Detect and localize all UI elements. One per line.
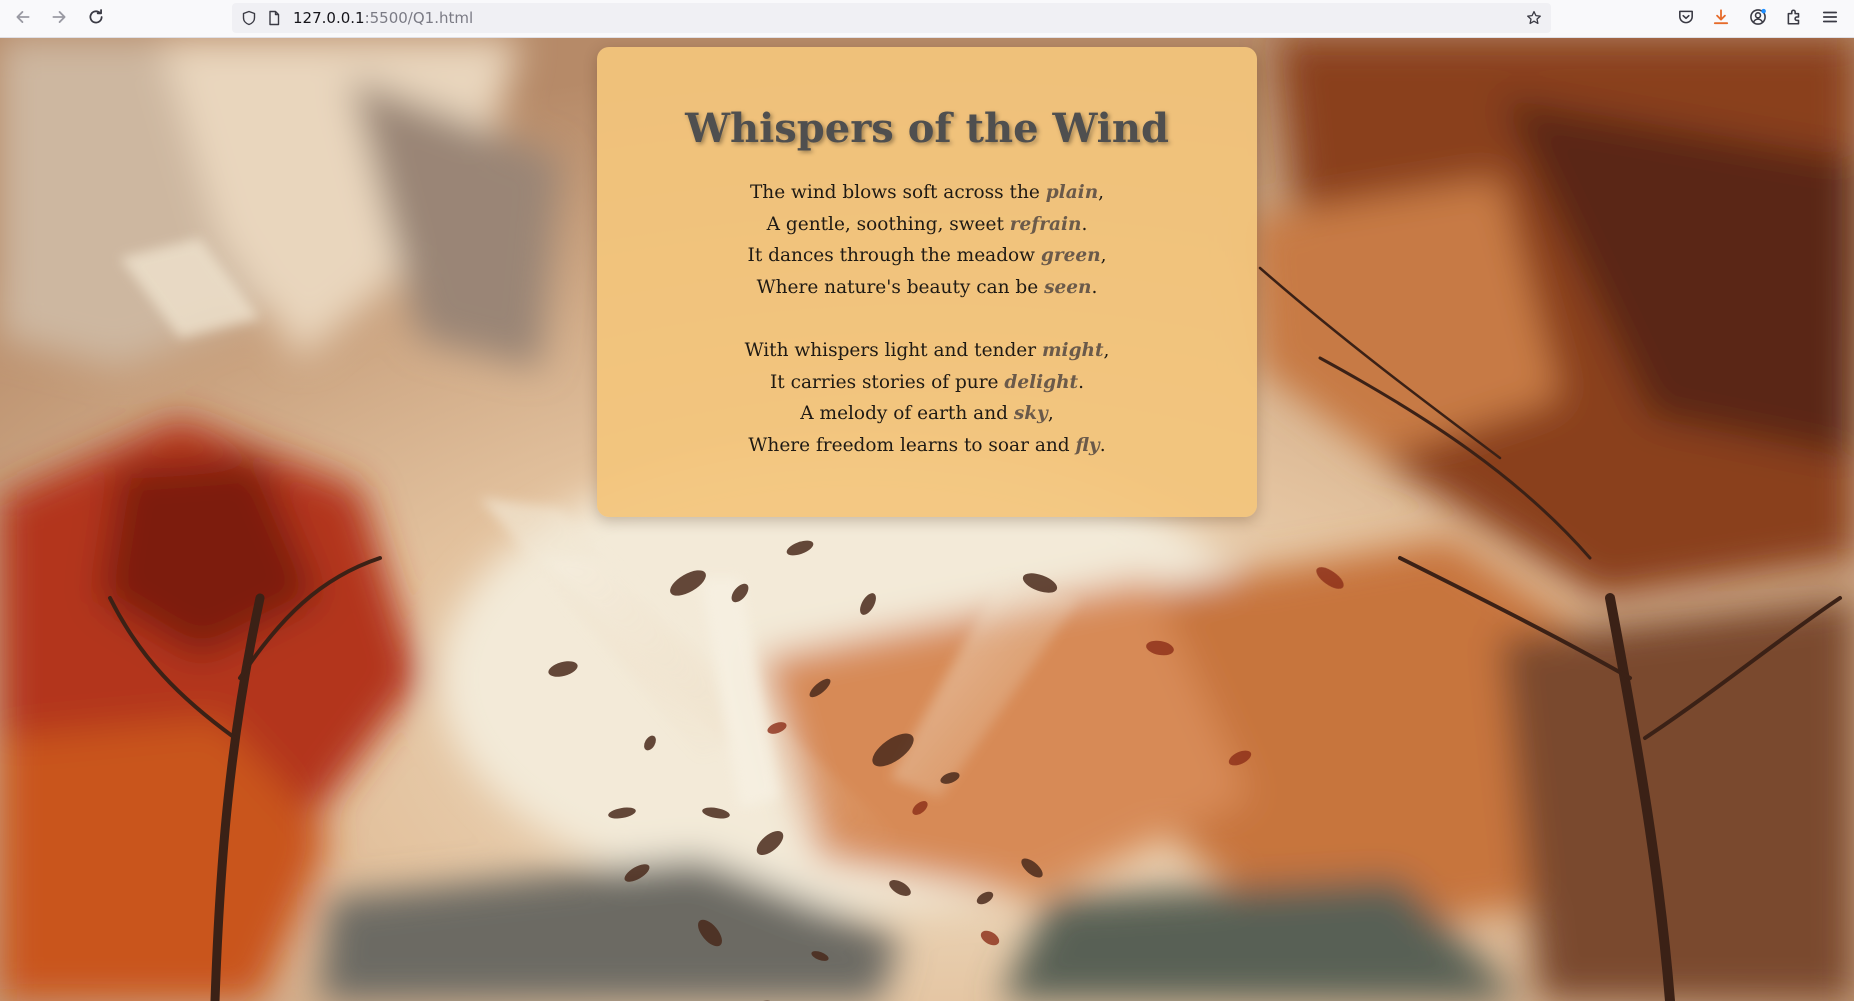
puzzle-icon [1785, 8, 1803, 30]
poem-line: Where freedom learns to soar and fly. [597, 430, 1257, 462]
line-punctuation: . [1091, 277, 1098, 299]
rhyme-word: delight [1004, 371, 1079, 393]
download-icon [1712, 8, 1730, 30]
arrow-right-icon [50, 8, 68, 30]
rhyme-word: green [1040, 245, 1101, 267]
poem-card: Whispers of the Wind The wind blows soft… [597, 47, 1257, 517]
rhyme-word: plain [1045, 182, 1099, 203]
rhyme-word: seen [1044, 277, 1092, 299]
url-host: 127.0.0.1 [293, 9, 365, 27]
rhyme-word: sky [1013, 403, 1048, 425]
extensions-button[interactable] [1780, 5, 1808, 33]
poem-line: With whispers light and tender might, [597, 335, 1257, 367]
rhyme-word: fly [1075, 434, 1100, 456]
document-icon[interactable] [265, 9, 283, 27]
page-viewport: Whispers of the Wind The wind blows soft… [0, 38, 1854, 1001]
line-text: The wind blows soft across the [749, 182, 1046, 203]
pocket-button[interactable] [1672, 5, 1700, 33]
poem-line: It carries stories of pure delight. [597, 367, 1257, 399]
line-punctuation: . [1078, 371, 1084, 393]
forward-button[interactable] [45, 5, 73, 33]
line-text: A melody of earth and [800, 403, 1014, 425]
hamburger-menu-icon [1821, 8, 1839, 30]
account-icon [1749, 8, 1767, 30]
reload-icon [87, 8, 105, 30]
line-punctuation: . [1099, 434, 1106, 456]
line-punctuation: . [1081, 213, 1088, 235]
line-punctuation: , [1100, 245, 1107, 267]
poem-line: It dances through the meadow green, [597, 240, 1257, 272]
poem-line: A melody of earth and sky, [597, 398, 1257, 430]
line-text: It carries stories of pure [770, 371, 1005, 393]
poem-stanza: The wind blows soft across the plain, A … [597, 177, 1257, 304]
line-text: Where freedom learns to soar and [748, 434, 1076, 456]
star-icon[interactable] [1525, 9, 1543, 27]
url-path: :5500/Q1.html [364, 9, 474, 27]
menu-button[interactable] [1816, 5, 1844, 33]
url-text[interactable]: 127.0.0.1:5500/Q1.html [293, 9, 473, 27]
rhyme-word: refrain [1009, 213, 1082, 235]
reload-button[interactable] [82, 5, 110, 33]
line-text: It dances through the meadow [747, 245, 1041, 267]
poem-stanza: With whispers light and tender might, It… [597, 335, 1257, 462]
poem-line: Where nature's beauty can be seen. [597, 272, 1257, 304]
line-text: Where nature's beauty can be [756, 277, 1045, 299]
poem-line: A gentle, soothing, sweet refrain. [597, 209, 1257, 241]
poem-title: Whispers of the Wind [685, 105, 1169, 152]
line-text: With whispers light and tender [744, 339, 1042, 361]
rhyme-word: might [1041, 339, 1104, 361]
line-punctuation: , [1098, 182, 1105, 203]
shield-icon[interactable] [240, 9, 258, 27]
back-button[interactable] [9, 5, 37, 33]
arrow-left-icon [14, 8, 32, 30]
url-bar[interactable]: 127.0.0.1:5500/Q1.html [232, 3, 1551, 33]
downloads-button[interactable] [1707, 5, 1735, 33]
line-punctuation: , [1103, 339, 1110, 361]
line-text: A gentle, soothing, sweet [766, 213, 1010, 235]
pocket-icon [1677, 8, 1695, 30]
browser-toolbar: 127.0.0.1:5500/Q1.html [0, 0, 1854, 38]
account-button[interactable] [1744, 5, 1772, 33]
poem-line: The wind blows soft across the plain, [597, 177, 1257, 209]
line-punctuation: , [1047, 403, 1054, 425]
